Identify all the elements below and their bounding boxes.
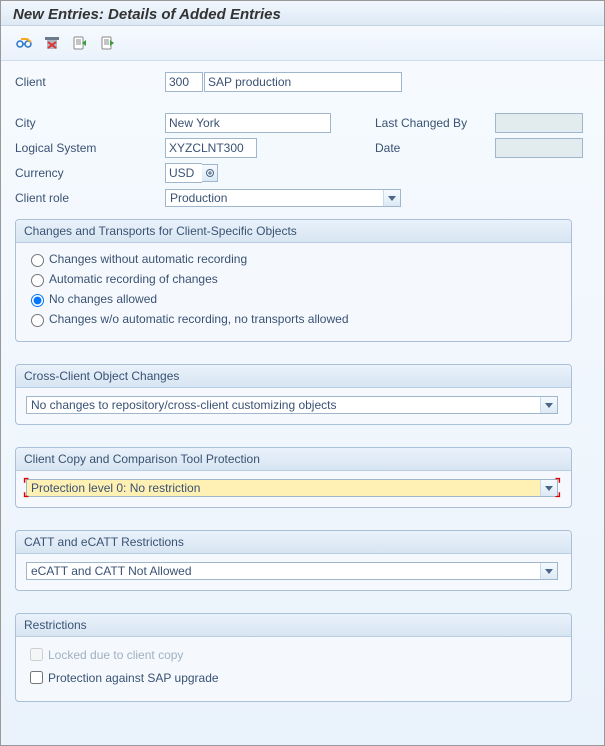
next-entry-icon[interactable]: [97, 32, 119, 54]
copy-protect-value: Protection level 0: No restriction: [31, 481, 200, 495]
catt-value: eCATT and CATT Not Allowed: [31, 564, 192, 578]
cross-client-group: Cross-Client Object Changes No changes t…: [15, 364, 572, 425]
date-label: Date: [375, 141, 495, 155]
copy-protect-dropdown[interactable]: Protection level 0: No restriction: [26, 479, 558, 497]
currency-search-help-icon[interactable]: [202, 164, 218, 182]
radio-opt-2-label: No changes allowed: [49, 292, 157, 306]
radio-opt-1-input[interactable]: [31, 274, 44, 287]
chevron-down-icon: [540, 397, 557, 413]
client-role-dropdown[interactable]: Production: [165, 189, 401, 207]
locked-checkbox: [30, 648, 43, 661]
client-role-label: Client role: [15, 191, 165, 205]
chevron-down-icon: [540, 563, 557, 579]
cross-client-title: Cross-Client Object Changes: [16, 365, 571, 388]
previous-entry-icon[interactable]: [69, 32, 91, 54]
radio-opt-2-input[interactable]: [31, 294, 44, 307]
city-input[interactable]: [165, 113, 331, 133]
radio-opt-3[interactable]: Changes w/o automatic recording, no tran…: [26, 311, 561, 327]
content-area: Client City Last Changed By Logical Syst…: [1, 61, 604, 724]
chevron-down-icon: [540, 480, 557, 496]
restrictions-title: Restrictions: [16, 614, 571, 637]
delete-icon[interactable]: [41, 32, 63, 54]
page-title: New Entries: Details of Added Entries: [1, 1, 604, 26]
radio-opt-0-label: Changes without automatic recording: [49, 252, 247, 266]
changes-transports-group: Changes and Transports for Client-Specif…: [15, 219, 572, 342]
date-field: [495, 138, 583, 158]
upgrade-checkbox[interactable]: [30, 671, 43, 684]
logical-system-input[interactable]: [165, 138, 257, 158]
last-changed-by-label: Last Changed By: [375, 116, 495, 130]
radio-opt-0-input[interactable]: [31, 254, 44, 267]
catt-group: CATT and eCATT Restrictions eCATT and CA…: [15, 530, 572, 591]
catt-title: CATT and eCATT Restrictions: [16, 531, 571, 554]
client-role-value: Production: [170, 191, 227, 205]
radio-opt-1[interactable]: Automatic recording of changes: [26, 271, 561, 287]
city-label: City: [15, 116, 165, 130]
sap-window: New Entries: Details of Added Entries Cl…: [0, 0, 605, 746]
changes-transports-title: Changes and Transports for Client-Specif…: [16, 220, 571, 243]
copy-protect-title: Client Copy and Comparison Tool Protecti…: [16, 448, 571, 471]
catt-dropdown[interactable]: eCATT and CATT Not Allowed: [26, 562, 558, 580]
currency-input[interactable]: [165, 163, 202, 183]
chevron-down-icon: [383, 190, 400, 206]
glasses-icon[interactable]: [13, 32, 35, 54]
upgrade-checkbox-row[interactable]: Protection against SAP upgrade: [26, 668, 561, 687]
locked-checkbox-row: Locked due to client copy: [26, 645, 561, 664]
cross-client-dropdown[interactable]: No changes to repository/cross-client cu…: [26, 396, 558, 414]
upgrade-label: Protection against SAP upgrade: [48, 671, 219, 685]
radio-opt-1-label: Automatic recording of changes: [49, 272, 218, 286]
radio-opt-0[interactable]: Changes without automatic recording: [26, 251, 561, 267]
currency-label: Currency: [15, 166, 165, 180]
copy-protect-group: Client Copy and Comparison Tool Protecti…: [15, 447, 572, 508]
client-label: Client: [15, 75, 165, 89]
locked-label: Locked due to client copy: [48, 648, 183, 662]
client-name-input[interactable]: [204, 72, 402, 92]
cross-client-value: No changes to repository/cross-client cu…: [31, 398, 336, 412]
last-changed-by-field: [495, 113, 583, 133]
restrictions-group: Restrictions Locked due to client copy P…: [15, 613, 572, 702]
toolbar: [1, 26, 604, 61]
radio-opt-3-input[interactable]: [31, 314, 44, 327]
logical-system-label: Logical System: [15, 141, 165, 155]
radio-opt-3-label: Changes w/o automatic recording, no tran…: [49, 312, 349, 326]
client-number-input[interactable]: [165, 72, 203, 92]
radio-opt-2[interactable]: No changes allowed: [26, 291, 561, 307]
